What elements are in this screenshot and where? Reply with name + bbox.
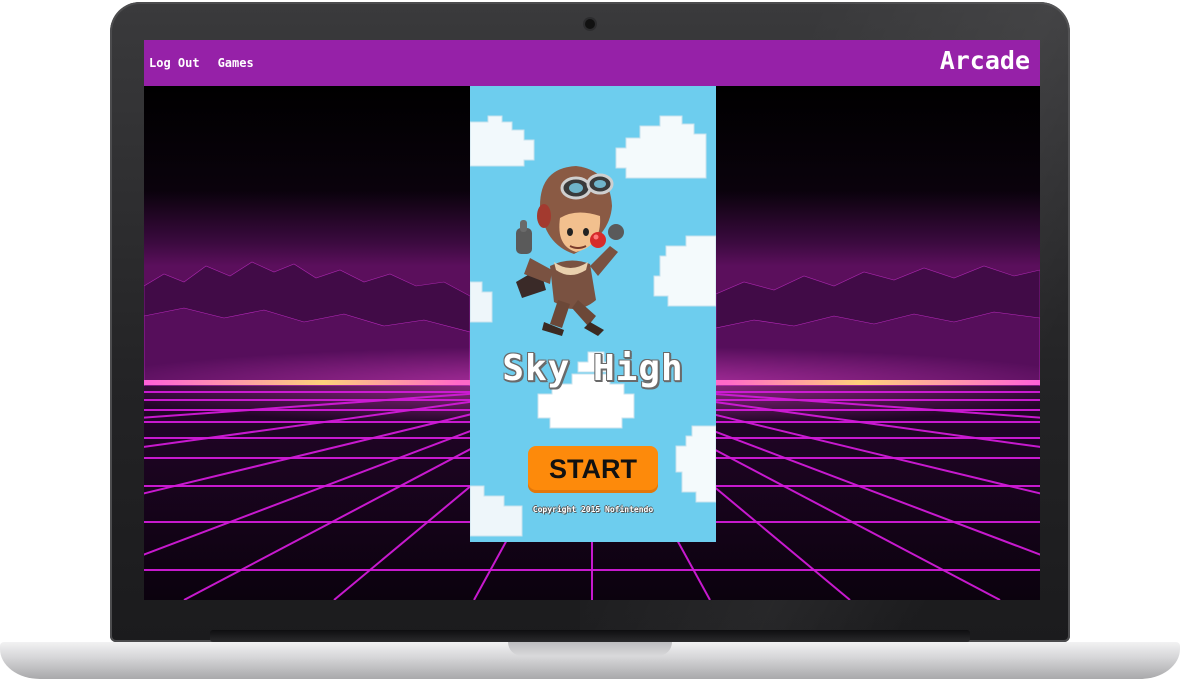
laptop-hinge xyxy=(210,630,970,642)
aviator-character-illustration xyxy=(516,166,624,336)
brand-logo[interactable]: Arcade xyxy=(940,46,1030,75)
laptop-mockup: Log Out Games Arcade Sky High START Copy… xyxy=(0,0,1180,679)
game-screen[interactable]: Sky High START Copyright 2015 Nofintendo xyxy=(470,86,716,542)
start-button[interactable]: START xyxy=(528,446,658,493)
laptop-base-notch xyxy=(508,642,672,656)
top-navbar: Log Out Games Arcade xyxy=(144,40,1040,86)
logout-link[interactable]: Log Out xyxy=(149,56,200,70)
copyright-text: Copyright 2015 Nofintendo xyxy=(532,505,654,514)
webcam-icon xyxy=(585,19,595,29)
games-link[interactable]: Games xyxy=(218,56,254,70)
game-title: Sky High xyxy=(502,348,684,389)
laptop-screen: Log Out Games Arcade Sky High START Copy… xyxy=(144,40,1040,600)
